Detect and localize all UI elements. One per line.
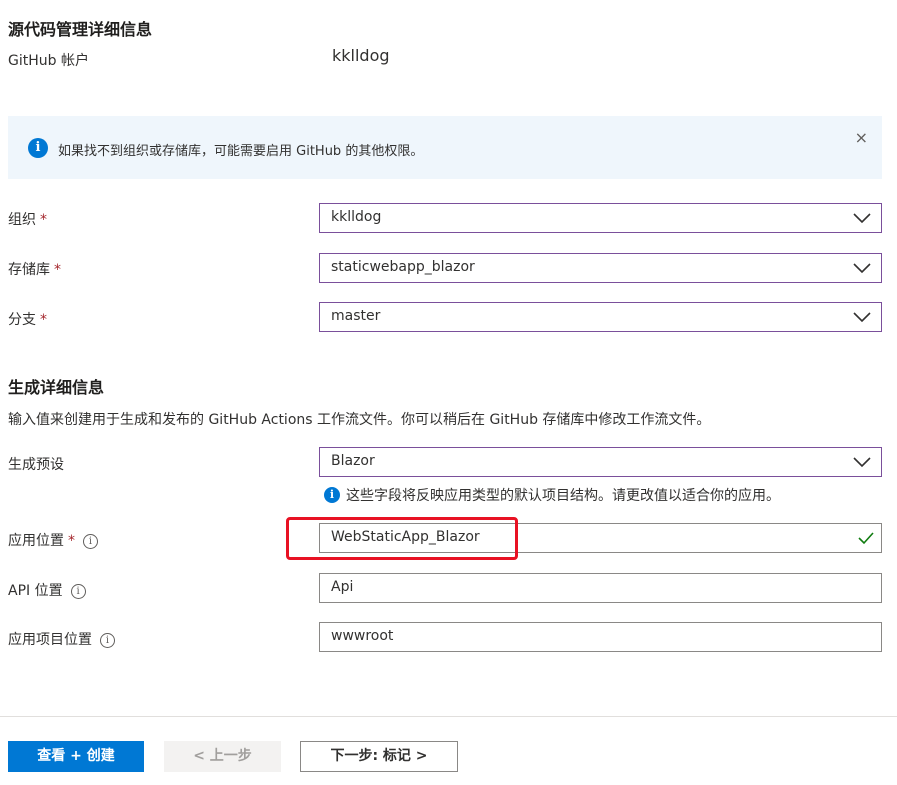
build-preset-hint-text: 这些字段将反映应用类型的默认项目结构。请更改值以适合你的应用。 (346, 488, 780, 504)
github-account-label: GitHub 帐户 (8, 53, 89, 69)
github-account-value: kklldog (332, 46, 390, 65)
review-create-button[interactable]: 查看 + 创建 (8, 741, 144, 772)
api-location-value: Api (331, 579, 354, 595)
org-label: 组织 * (8, 212, 47, 228)
info-outline-icon[interactable]: i (83, 533, 98, 549)
org-dropdown[interactable]: kklldog (319, 203, 882, 233)
checkmark-icon (858, 532, 874, 545)
required-mark: * (54, 262, 61, 278)
build-preset-dropdown[interactable]: Blazor (319, 447, 882, 477)
output-location-input[interactable]: wwwroot (319, 622, 882, 652)
chevron-down-icon (853, 457, 871, 468)
info-bar-text: 如果找不到组织或存储库，可能需要启用 GitHub 的其他权限。 (58, 144, 424, 159)
repo-dropdown-value: staticwebapp_blazor (331, 259, 475, 275)
build-details-title: 生成详细信息 (8, 378, 105, 397)
build-preset-value: Blazor (331, 453, 375, 469)
next-tags-button[interactable]: 下一步: 标记 > (300, 741, 458, 772)
close-icon[interactable]: × (855, 128, 868, 147)
source-control-title: 源代码管理详细信息 (8, 20, 153, 39)
previous-button[interactable]: < 上一步 (164, 741, 281, 772)
repo-label: 存储库 * (8, 262, 61, 278)
chevron-down-icon (853, 263, 871, 274)
info-outline-icon[interactable]: i (70, 583, 86, 599)
repo-dropdown[interactable]: staticwebapp_blazor (319, 253, 882, 283)
api-location-input[interactable]: Api (319, 573, 882, 603)
info-icon: i (28, 138, 48, 158)
org-dropdown-value: kklldog (331, 209, 382, 225)
branch-label: 分支 * (8, 312, 47, 328)
required-mark: * (68, 533, 75, 549)
info-icon: i (324, 487, 340, 503)
branch-dropdown[interactable]: master (319, 302, 882, 332)
output-location-value: wwwroot (331, 628, 394, 644)
info-outline-icon[interactable]: i (100, 632, 115, 648)
app-location-label: 应用位置 * i (8, 530, 98, 550)
permissions-info-bar: i 如果找不到组织或存储库，可能需要启用 GitHub 的其他权限。 × (8, 116, 882, 179)
chevron-down-icon (853, 213, 871, 224)
build-details-description: 输入值来创建用于生成和发布的 GitHub Actions 工作流文件。你可以稍… (8, 412, 711, 428)
required-mark: * (40, 312, 47, 328)
build-preset-hint: i 这些字段将反映应用类型的默认项目结构。请更改值以适合你的应用。 (324, 485, 780, 505)
chevron-down-icon (853, 312, 871, 323)
highlight-annotation (286, 517, 518, 560)
output-location-label: 应用项目位置 i (8, 629, 115, 649)
build-preset-label: 生成预设 (8, 457, 64, 473)
footer-divider (0, 716, 897, 717)
required-mark: * (40, 212, 47, 228)
branch-dropdown-value: master (331, 308, 381, 324)
api-location-label: API 位置 i (8, 580, 86, 600)
